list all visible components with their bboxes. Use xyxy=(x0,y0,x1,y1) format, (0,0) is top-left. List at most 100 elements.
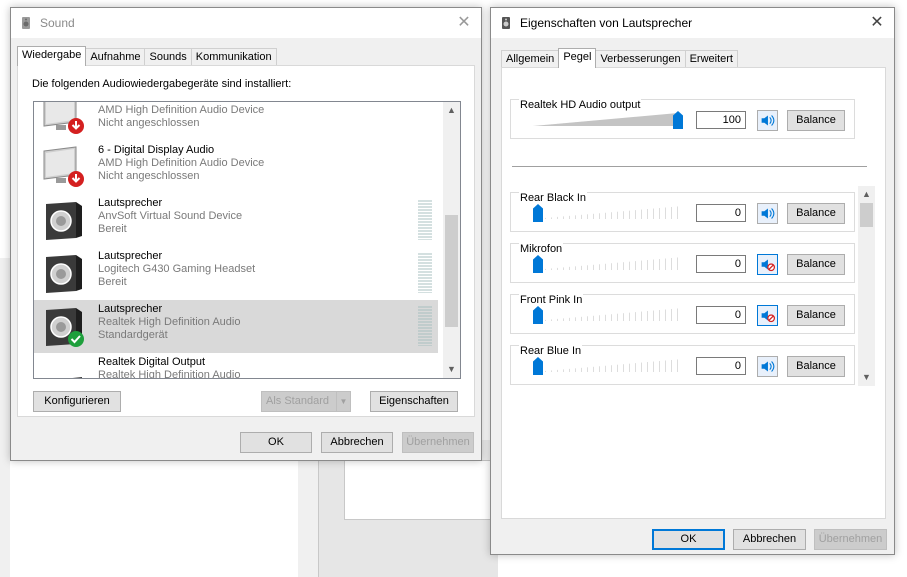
monitor-disconnected-icon xyxy=(42,102,86,136)
speaker-icon[interactable] xyxy=(757,356,778,377)
level-slider[interactable] xyxy=(533,254,683,274)
speaker-default-icon xyxy=(42,304,86,348)
apply-button[interactable]: Übernehmen xyxy=(814,529,887,550)
device-row[interactable]: Lautsprecher Logitech G430 Gaming Headset… xyxy=(34,247,438,300)
instruction-text: Die folgenden Audiowiedergabegeräte sind… xyxy=(32,78,292,90)
slider-track xyxy=(533,308,683,321)
tab-allgemein[interactable]: Allgemein xyxy=(501,50,560,68)
level-value-input[interactable]: 100 xyxy=(696,111,746,129)
slider-track xyxy=(533,257,683,270)
slider-thumb[interactable] xyxy=(533,306,543,324)
tab-wiedergabe[interactable]: Wiedergabe xyxy=(17,46,87,66)
close-icon[interactable]: ✕ xyxy=(455,14,473,32)
level-value-input[interactable]: 0 xyxy=(696,204,746,222)
channel-level-group: Rear Black In 0 Balance xyxy=(510,192,855,232)
scroll-thumb[interactable] xyxy=(445,215,458,327)
speaker-app-icon xyxy=(502,17,510,29)
device-status: Standardgerät xyxy=(98,329,168,341)
close-icon[interactable]: ✕ xyxy=(868,14,886,32)
level-meter xyxy=(418,306,432,346)
speaker-muted-icon[interactable] xyxy=(757,254,778,275)
device-name: Lautsprecher xyxy=(98,303,163,315)
device-description: Logitech G430 Gaming Headset xyxy=(98,263,256,275)
sound-window: Sound ✕ Wiedergabe Aufnahme Sounds Kommu… xyxy=(10,7,482,461)
separator-line xyxy=(512,166,867,167)
sound-app-icon xyxy=(22,17,30,29)
balance-button[interactable]: Balance xyxy=(787,203,845,224)
properties-button[interactable]: Eigenschaften xyxy=(370,391,458,412)
slider-thumb[interactable] xyxy=(533,255,543,273)
device-list[interactable]: AMD High Definition Audio Device Nicht an… xyxy=(33,101,461,379)
tab-kommunikation[interactable]: Kommunikation xyxy=(190,48,277,66)
channels-scrollbar[interactable]: ▲ ▼ xyxy=(858,186,875,386)
device-name: Lautsprecher xyxy=(98,197,163,209)
level-slider[interactable] xyxy=(533,110,683,130)
device-status: Bereit xyxy=(98,276,127,288)
ok-button[interactable]: OK xyxy=(652,529,725,550)
sound-titlebar[interactable]: Sound ✕ xyxy=(11,8,481,38)
speaker-icon[interactable] xyxy=(757,110,778,131)
scroll-thumb[interactable] xyxy=(860,203,873,227)
balance-button[interactable]: Balance xyxy=(787,254,845,275)
balance-button[interactable]: Balance xyxy=(787,305,845,326)
slider-track xyxy=(533,359,683,372)
tab-sounds[interactable]: Sounds xyxy=(144,48,192,66)
level-slider[interactable] xyxy=(533,203,683,223)
cancel-button[interactable]: Abbrechen xyxy=(733,529,806,550)
tab-pegel[interactable]: Pegel xyxy=(558,48,597,68)
device-description: AMD High Definition Audio Device xyxy=(98,157,265,169)
level-slider[interactable] xyxy=(533,356,683,376)
configure-button[interactable]: Konfigurieren xyxy=(33,391,121,412)
speaker-icon xyxy=(42,251,86,295)
level-value-input[interactable]: 0 xyxy=(696,357,746,375)
device-row[interactable]: 6 - Digital Display Audio AMD High Defini… xyxy=(34,141,438,194)
level-slider[interactable] xyxy=(533,305,683,325)
ok-button[interactable]: OK xyxy=(240,432,312,453)
device-row[interactable]: AMD High Definition Audio Device Nicht an… xyxy=(34,102,438,141)
cancel-button[interactable]: Abbrechen xyxy=(321,432,393,453)
device-name: Realtek Digital Output xyxy=(98,356,205,368)
properties-window-title: Eigenschaften von Lautsprecher xyxy=(520,16,693,30)
device-description: AMD High Definition Audio Device xyxy=(98,104,265,116)
slider-thumb[interactable] xyxy=(533,204,543,222)
chevron-down-icon[interactable]: ▼ xyxy=(336,392,350,411)
device-row[interactable]: Realtek Digital Output Realtek High Defin… xyxy=(34,353,438,379)
tab-erweitert[interactable]: Erweitert xyxy=(684,50,738,68)
speaker-icon[interactable] xyxy=(757,203,778,224)
tab-aufnahme[interactable]: Aufnahme xyxy=(85,48,146,66)
properties-window: Eigenschaften von Lautsprecher ✕ Allgeme… xyxy=(490,7,895,555)
channel-level-group: Rear Blue In 0 Balance xyxy=(510,345,855,385)
set-default-button[interactable]: Als Standard ▼ xyxy=(261,391,351,412)
level-meter xyxy=(418,253,432,293)
set-default-label: Als Standard xyxy=(266,395,329,407)
apply-button[interactable]: Übernehmen xyxy=(402,432,474,453)
balance-button[interactable]: Balance xyxy=(787,356,845,377)
list-scrollbar[interactable]: ▲ ▼ xyxy=(443,102,460,378)
monitor-disconnected-icon xyxy=(42,145,86,189)
scroll-up-icon[interactable]: ▲ xyxy=(443,102,460,119)
sound-window-title: Sound xyxy=(40,16,75,30)
slider-track xyxy=(533,206,683,219)
scroll-down-icon[interactable]: ▼ xyxy=(858,369,875,386)
level-value-input[interactable]: 0 xyxy=(696,255,746,273)
device-description: AnvSoft Virtual Sound Device xyxy=(98,210,243,222)
device-row[interactable]: Lautsprecher Realtek High Definition Audi… xyxy=(34,300,438,353)
slider-thumb[interactable] xyxy=(533,357,543,375)
device-row[interactable]: Lautsprecher AnvSoft Virtual Sound Device… xyxy=(34,194,438,247)
scroll-up-icon[interactable]: ▲ xyxy=(858,186,875,203)
master-level-group: Realtek HD Audio output 100 Balance xyxy=(510,99,855,139)
channel-level-group: Mikrofon 0 Balance xyxy=(510,243,855,283)
level-value-input[interactable]: 0 xyxy=(696,306,746,324)
device-description: Realtek High Definition Audio xyxy=(98,369,241,379)
scroll-down-icon[interactable]: ▼ xyxy=(443,361,460,378)
background-textbox xyxy=(344,460,498,520)
device-status: Bereit xyxy=(98,223,127,235)
device-description: Realtek High Definition Audio xyxy=(98,316,241,328)
balance-button[interactable]: Balance xyxy=(787,110,845,131)
speaker-icon xyxy=(42,198,86,242)
level-meter xyxy=(418,200,432,240)
tab-verbesserungen[interactable]: Verbesserungen xyxy=(595,50,686,68)
speaker-muted-icon[interactable] xyxy=(757,305,778,326)
properties-titlebar[interactable]: Eigenschaften von Lautsprecher ✕ xyxy=(491,8,894,38)
device-name: 6 - Digital Display Audio xyxy=(98,144,215,156)
